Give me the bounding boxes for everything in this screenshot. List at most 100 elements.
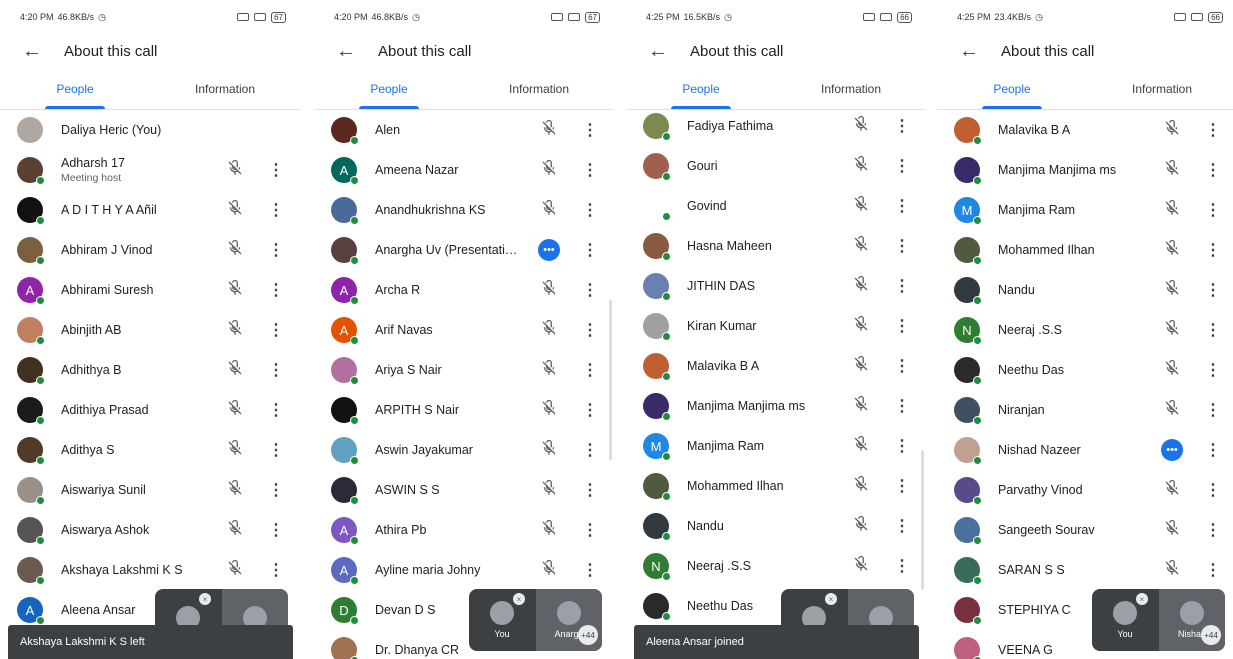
more-vert-icon[interactable]: ⋮ <box>268 200 284 220</box>
participant-row[interactable]: A Ayline maria Johny ⋮ <box>314 550 614 590</box>
more-vert-icon[interactable]: ⋮ <box>268 480 284 500</box>
more-vert-icon[interactable]: ⋮ <box>894 356 910 376</box>
participant-row[interactable]: Manjima Manjima ms ⋮ <box>626 386 926 426</box>
more-vert-icon[interactable]: ⋮ <box>894 316 910 336</box>
more-vert-icon[interactable]: ⋮ <box>894 516 910 536</box>
participant-row[interactable]: Abinjith AB ⋮ <box>0 310 300 350</box>
participant-row[interactable]: Nishad Nazeer ••• ⋮ <box>937 430 1233 470</box>
tab-people[interactable]: People <box>0 68 150 109</box>
more-vert-icon[interactable]: ⋮ <box>894 276 910 296</box>
more-vert-icon[interactable]: ⋮ <box>1205 120 1221 140</box>
participant-row[interactable]: A D I T H Y A Añil ⋮ <box>0 190 300 230</box>
participant-row[interactable]: ASWIN S S ⋮ <box>314 470 614 510</box>
participant-row[interactable]: Gouri ⋮ <box>626 146 926 186</box>
participant-row[interactable]: Adithiya Prasad ⋮ <box>0 390 300 430</box>
more-vert-icon[interactable]: ⋮ <box>1205 160 1221 180</box>
participant-row[interactable]: A Arif Navas ⋮ <box>314 310 614 350</box>
more-vert-icon[interactable]: ⋮ <box>268 160 284 180</box>
more-vert-icon[interactable]: ⋮ <box>268 280 284 300</box>
more-vert-icon[interactable]: ⋮ <box>268 400 284 420</box>
pip-video-tile[interactable]: × You Nishad +44 <box>1092 589 1225 651</box>
back-arrow-icon[interactable]: ← <box>959 40 991 63</box>
more-vert-icon[interactable]: ⋮ <box>894 156 910 176</box>
participant-row[interactable]: N Neeraj .S.S ⋮ <box>937 310 1233 350</box>
tab-information[interactable]: Information <box>464 68 614 109</box>
more-vert-icon[interactable]: ⋮ <box>268 320 284 340</box>
back-arrow-icon[interactable]: ← <box>336 40 368 63</box>
participant-row[interactable]: A Archa R ⋮ <box>314 270 614 310</box>
more-vert-icon[interactable]: ⋮ <box>582 400 598 420</box>
participant-row[interactable]: M Manjima Ram ⋮ <box>626 426 926 466</box>
more-vert-icon[interactable]: ⋮ <box>894 196 910 216</box>
participant-row[interactable]: Govind ⋮ <box>626 186 926 226</box>
participant-row[interactable]: JITHIN DAS ⋮ <box>626 266 926 306</box>
participant-row[interactable]: Nandu ⋮ <box>626 506 926 546</box>
more-vert-icon[interactable]: ⋮ <box>1205 400 1221 420</box>
participant-row[interactable]: A Abhirami Suresh ⋮ <box>0 270 300 310</box>
participant-row[interactable]: Fadiya Fathima ⋮ <box>626 106 926 146</box>
tab-information[interactable]: Information <box>776 68 926 109</box>
more-vert-icon[interactable]: ⋮ <box>268 440 284 460</box>
participant-row[interactable]: Aiswarya Ashok ⋮ <box>0 510 300 550</box>
more-vert-icon[interactable]: ⋮ <box>582 200 598 220</box>
participant-row[interactable]: SARAN S S ⋮ <box>937 550 1233 590</box>
pip-video-tile[interactable]: × You Anargh +44 <box>469 589 602 651</box>
more-vert-icon[interactable]: ⋮ <box>894 436 910 456</box>
tab-people[interactable]: People <box>626 68 776 109</box>
participant-row[interactable]: Anandhukrishna KS ⋮ <box>314 190 614 230</box>
tab-people[interactable]: People <box>937 68 1087 109</box>
more-vert-icon[interactable]: ⋮ <box>1205 480 1221 500</box>
participant-row[interactable]: Aiswariya Sunil ⋮ <box>0 470 300 510</box>
participant-row[interactable]: Abhiram J Vinod ⋮ <box>0 230 300 270</box>
participant-row[interactable]: Adhithya B ⋮ <box>0 350 300 390</box>
more-vert-icon[interactable]: ⋮ <box>1205 240 1221 260</box>
participant-row[interactable]: Mohammed Ilhan ⋮ <box>626 466 926 506</box>
participant-row[interactable]: Malavika B A ⋮ <box>626 346 926 386</box>
more-vert-icon[interactable]: ⋮ <box>268 360 284 380</box>
tab-information[interactable]: Information <box>1087 68 1233 109</box>
more-vert-icon[interactable]: ⋮ <box>1205 560 1221 580</box>
participant-row[interactable]: Aswin Jayakumar ⋮ <box>314 430 614 470</box>
more-vert-icon[interactable]: ⋮ <box>582 240 598 260</box>
more-vert-icon[interactable]: ⋮ <box>582 440 598 460</box>
more-vert-icon[interactable]: ⋮ <box>582 360 598 380</box>
more-vert-icon[interactable]: ⋮ <box>1205 360 1221 380</box>
participant-row[interactable]: A Athira Pb ⋮ <box>314 510 614 550</box>
more-vert-icon[interactable]: ⋮ <box>268 240 284 260</box>
participant-row[interactable]: Alen ⋮ <box>314 110 614 150</box>
participant-row[interactable]: Neethu Das ⋮ <box>937 350 1233 390</box>
participant-row[interactable]: Nandu ⋮ <box>937 270 1233 310</box>
more-vert-icon[interactable]: ⋮ <box>268 560 284 580</box>
scrollbar[interactable] <box>609 300 612 460</box>
participant-row[interactable]: Anargha Uv (Presentati… ••• ⋮ <box>314 230 614 270</box>
more-vert-icon[interactable]: ⋮ <box>894 236 910 256</box>
participant-row[interactable]: ARPITH S Nair ⋮ <box>314 390 614 430</box>
more-vert-icon[interactable]: ⋮ <box>268 520 284 540</box>
more-vert-icon[interactable]: ⋮ <box>582 280 598 300</box>
participant-row[interactable]: Hasna Maheen ⋮ <box>626 226 926 266</box>
tab-people[interactable]: People <box>314 68 464 109</box>
more-vert-icon[interactable]: ⋮ <box>1205 320 1221 340</box>
participant-row[interactable]: Niranjan ⋮ <box>937 390 1233 430</box>
more-vert-icon[interactable]: ⋮ <box>582 480 598 500</box>
participant-row[interactable]: Malavika B A ⋮ <box>937 110 1233 150</box>
more-vert-icon[interactable]: ⋮ <box>894 116 910 136</box>
participant-row[interactable]: N Neeraj .S.S ⋮ <box>626 546 926 586</box>
participant-row[interactable]: Parvathy Vinod ⋮ <box>937 470 1233 510</box>
tab-information[interactable]: Information <box>150 68 300 109</box>
participant-row[interactable]: Mohammed Ilhan ⋮ <box>937 230 1233 270</box>
participant-row[interactable]: M Manjima Ram ⋮ <box>937 190 1233 230</box>
participant-row[interactable]: Daliya Heric (You) <box>0 110 300 150</box>
participant-row[interactable]: Adharsh 17 Meeting host ⋮ <box>0 150 300 190</box>
back-arrow-icon[interactable]: ← <box>22 40 54 63</box>
more-vert-icon[interactable]: ⋮ <box>1205 280 1221 300</box>
more-vert-icon[interactable]: ⋮ <box>894 476 910 496</box>
more-vert-icon[interactable]: ⋮ <box>894 396 910 416</box>
more-vert-icon[interactable]: ⋮ <box>1205 200 1221 220</box>
participant-row[interactable]: Kiran Kumar ⋮ <box>626 306 926 346</box>
more-vert-icon[interactable]: ⋮ <box>582 120 598 140</box>
participant-row[interactable]: Adithya S ⋮ <box>0 430 300 470</box>
participant-row[interactable]: Sangeeth Sourav ⋮ <box>937 510 1233 550</box>
more-vert-icon[interactable]: ⋮ <box>894 556 910 576</box>
more-vert-icon[interactable]: ⋮ <box>582 320 598 340</box>
